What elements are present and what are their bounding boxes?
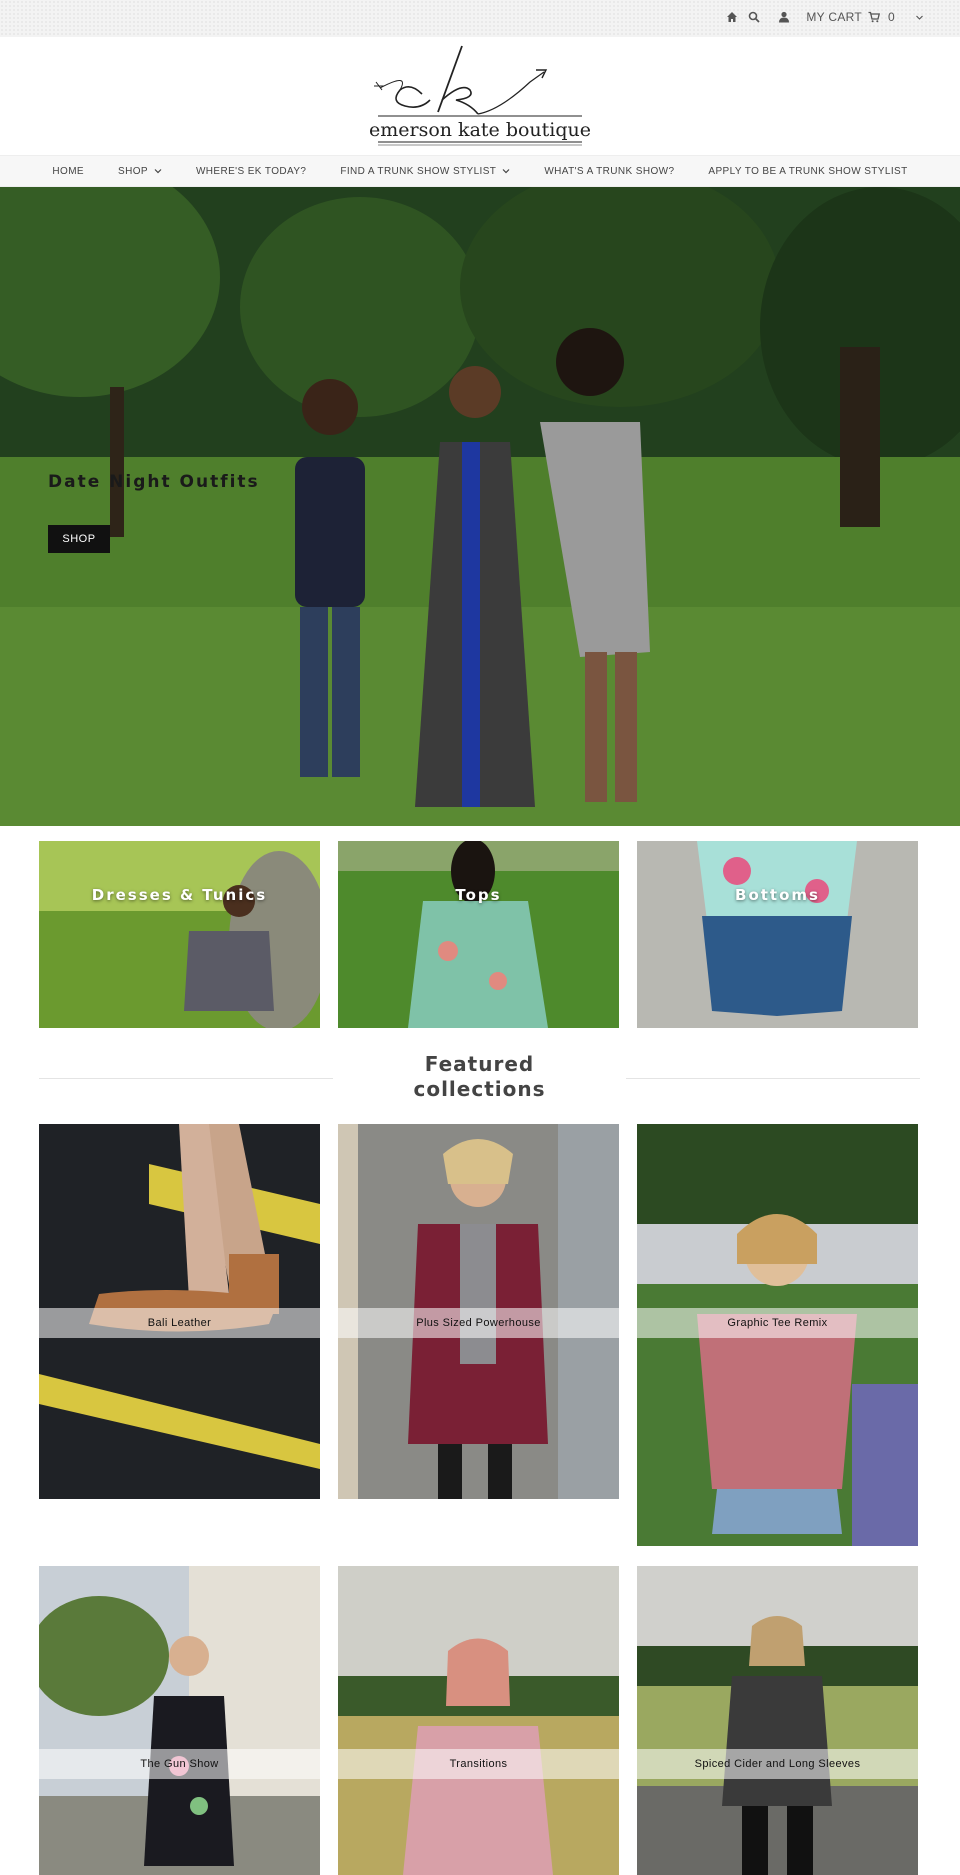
collection-tile-graphic-tee[interactable]: Graphic Tee Remix — [637, 1124, 918, 1546]
collection-tile-transitions[interactable]: Transitions — [338, 1566, 619, 1875]
collection-label: Spiced Cider and Long Sleeves — [637, 1749, 918, 1779]
category-image — [338, 841, 619, 1028]
nav-apply-stylist[interactable]: APPLY TO BE A TRUNK SHOW STYLIST — [691, 166, 924, 177]
collection-label: The Gun Show — [39, 1749, 320, 1779]
category-label: Tops — [455, 886, 502, 904]
collection-tile-bali-leather[interactable]: Bali Leather — [39, 1124, 320, 1499]
topbar-actions: MY CART 0 — [726, 10, 924, 24]
logo-text: emerson kate boutique — [370, 119, 590, 141]
chevron-down-icon — [154, 169, 162, 174]
collection-label: Transitions — [338, 1749, 619, 1779]
cart-icon — [868, 11, 881, 23]
cart-count: 0 — [888, 10, 895, 24]
collection-image — [338, 1566, 619, 1875]
hero-banner[interactable]: Date Night Outfits SHOP — [0, 187, 960, 826]
hero-title: Date Night Outfits — [48, 472, 260, 492]
nav-label: WHAT'S A TRUNK SHOW? — [544, 165, 675, 177]
nav-label: WHERE'S EK TODAY? — [195, 165, 307, 177]
top-utility-bar: MY CART 0 — [0, 0, 960, 37]
collection-tile-plus-sized[interactable]: Plus Sized Powerhouse — [338, 1124, 619, 1499]
collection-image — [39, 1566, 320, 1875]
nav-label: FIND A TRUNK SHOW STYLIST — [340, 165, 497, 177]
category-tile-dresses[interactable]: Dresses & Tunics — [39, 841, 320, 1028]
nav-label: APPLY TO BE A TRUNK SHOW STYLIST — [708, 165, 908, 177]
nav-whats-trunk-show[interactable]: WHAT'S A TRUNK SHOW? — [527, 166, 691, 177]
nav-label: HOME — [52, 165, 84, 177]
collection-label: Bali Leather — [39, 1308, 320, 1338]
hero-image — [0, 187, 960, 826]
main-nav: HOME SHOP WHERE'S EK TODAY? FIND A TRUNK… — [0, 155, 960, 187]
chevron-down-icon — [502, 169, 510, 174]
featured-title: Featured collections — [39, 1052, 920, 1102]
category-image — [39, 841, 320, 1028]
featured-title-line1: Featured — [424, 1052, 535, 1076]
nav-home[interactable]: HOME — [35, 166, 101, 177]
search-icon[interactable] — [748, 11, 760, 23]
collection-label: Plus Sized Powerhouse — [338, 1308, 619, 1338]
logo-mark: emerson kate boutique — [369, 45, 591, 146]
collection-tile-spiced-cider[interactable]: Spiced Cider and Long Sleeves — [637, 1566, 918, 1875]
nav-find-stylist[interactable]: FIND A TRUNK SHOW STYLIST — [323, 166, 527, 177]
category-image — [637, 841, 918, 1028]
chevron-down-icon[interactable] — [915, 13, 924, 22]
category-label: Bottoms — [735, 886, 820, 904]
home-icon[interactable] — [726, 11, 738, 23]
category-tile-bottoms[interactable]: Bottoms — [637, 841, 918, 1028]
brand-logo[interactable]: emerson kate boutique — [369, 42, 591, 150]
cart-link[interactable]: MY CART 0 — [806, 10, 895, 24]
category-tile-tops[interactable]: Tops — [338, 841, 619, 1028]
collection-label: Graphic Tee Remix — [637, 1308, 918, 1338]
hero-shop-button[interactable]: SHOP — [48, 525, 110, 553]
featured-title-line2: collections — [413, 1077, 546, 1101]
collection-image — [637, 1566, 918, 1875]
category-label: Dresses & Tunics — [91, 886, 268, 904]
cart-label: MY CART — [806, 10, 863, 24]
user-icon[interactable] — [778, 11, 790, 23]
collection-tile-gun-show[interactable]: The Gun Show — [39, 1566, 320, 1875]
nav-shop[interactable]: SHOP — [101, 166, 179, 177]
nav-label: SHOP — [118, 165, 148, 177]
featured-collections-heading: Featured collections — [39, 1052, 920, 1102]
nav-wheres-ek-today[interactable]: WHERE'S EK TODAY? — [179, 166, 323, 177]
